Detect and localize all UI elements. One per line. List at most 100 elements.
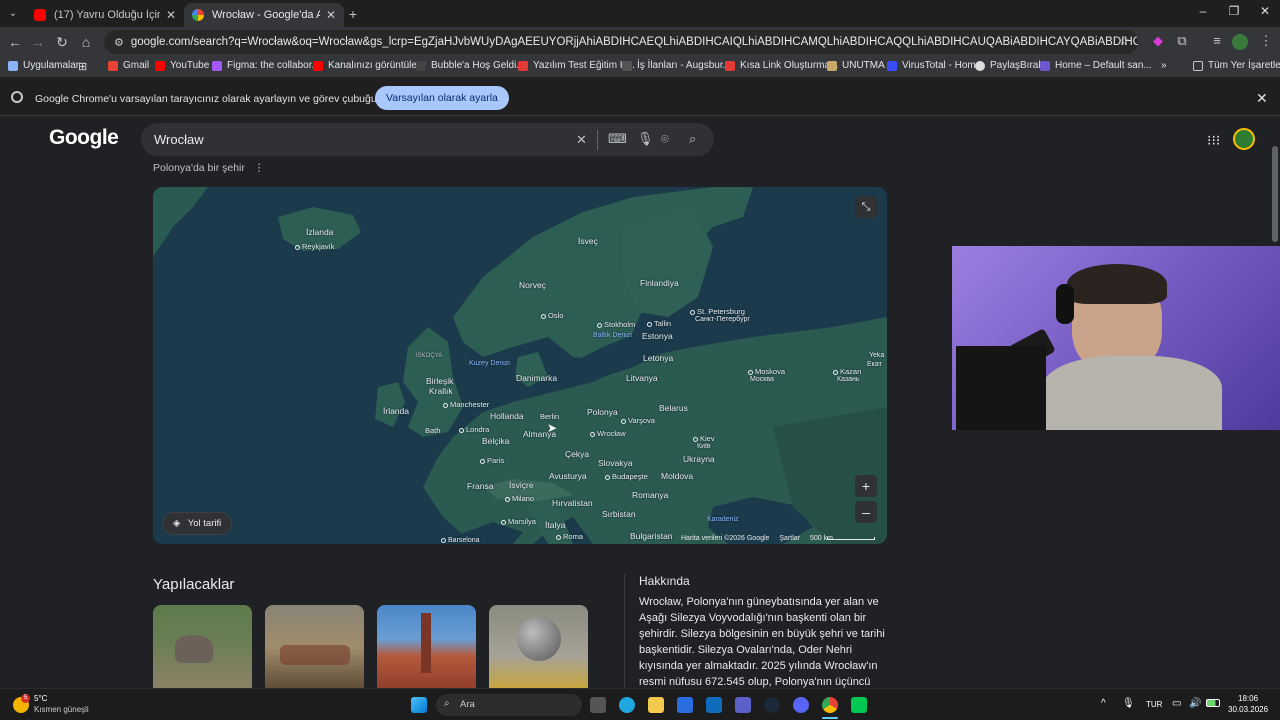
tab-title: Wrocław - Google'da Ara xyxy=(212,9,320,21)
bookmark-item[interactable]: Bubble'a Hoş Geldi... xyxy=(416,60,525,71)
map-attribution: Harita verileri ©2026 Google Şartlar 500… xyxy=(681,535,833,542)
scrollbar-thumb[interactable] xyxy=(1272,146,1278,242)
volume-icon[interactable]: 🔊 xyxy=(1189,698,1201,709)
taskbar-search-input[interactable]: ⌕ Ara xyxy=(436,694,582,716)
clear-search-icon[interactable]: ✕ xyxy=(576,132,587,148)
thing-to-do-card-sculpture[interactable] xyxy=(489,605,588,688)
tray-overflow-icon[interactable]: ^ xyxy=(1101,698,1106,709)
map[interactable]: İzlanda Reykjavík İsveç Norveç Finlandiy… xyxy=(153,187,887,544)
steam-icon[interactable] xyxy=(764,697,780,713)
home-icon[interactable]: ⌂ xyxy=(77,33,95,51)
thing-to-do-card-zoo[interactable] xyxy=(153,605,252,688)
thing-to-do-card-panorama[interactable] xyxy=(265,605,364,688)
clock-time[interactable]: 18:06 xyxy=(1238,694,1258,703)
back-icon[interactable]: ← xyxy=(6,33,24,51)
map-label-country: Letonya xyxy=(643,353,674,363)
bookmark-item[interactable]: İş İlanları - Augsbur... xyxy=(622,60,731,71)
more-options-icon[interactable]: ⋮ xyxy=(254,162,265,174)
file-explorer-icon[interactable] xyxy=(648,697,664,713)
bookmark-item[interactable]: Kısa Link Oluşturma... xyxy=(725,60,838,71)
profile-avatar[interactable] xyxy=(1232,34,1248,50)
bookmark-item[interactable]: Yazılım Test Eğitim K... xyxy=(518,60,635,71)
search-input[interactable]: Wrocław xyxy=(141,123,714,156)
chair-image xyxy=(956,346,1046,430)
store-icon[interactable] xyxy=(677,697,693,713)
discord-icon[interactable] xyxy=(793,697,809,713)
close-window-icon[interactable]: ✕ xyxy=(1250,4,1280,18)
google-logo[interactable]: Google xyxy=(49,126,119,150)
tab-close-icon[interactable]: ✕ xyxy=(166,8,176,22)
map-label-country: İtalya xyxy=(545,520,566,530)
microphone-tray-icon[interactable]: 🎙 xyxy=(1122,698,1135,709)
search-divider xyxy=(597,130,598,150)
tab-search-icon[interactable]: ⌄ xyxy=(4,5,22,23)
input-language[interactable]: TUR xyxy=(1146,700,1162,709)
map-label-city: Kazan xyxy=(833,367,861,376)
clock-date[interactable]: 30.03.2026 xyxy=(1228,705,1268,714)
tab-youtube[interactable]: (17) Yavru Olduğu İçin Kapaktan ✕ xyxy=(26,3,184,27)
menu-kebab-icon[interactable]: ⋮ xyxy=(1257,33,1275,49)
map-label-city: Varşova xyxy=(621,416,655,425)
lens-icon[interactable]: ⌾ xyxy=(661,131,669,147)
bookmark-item[interactable]: PaylaşBırak xyxy=(975,60,1043,71)
zoom-out-button[interactable]: – xyxy=(855,501,877,523)
tab-close-icon[interactable]: ✕ xyxy=(326,8,336,22)
app-icon[interactable] xyxy=(851,697,867,713)
media-control-icon[interactable]: ≡ xyxy=(1208,33,1226,48)
weather-temperature[interactable]: 5°C xyxy=(34,694,47,703)
keyboard-icon[interactable]: ⌨ xyxy=(608,131,627,147)
reload-icon[interactable]: ↻ xyxy=(53,33,71,51)
battery-icon[interactable] xyxy=(1206,699,1220,707)
address-bar[interactable]: ⚙ google.com/search?q=Wrocław&oq=Wrocław… xyxy=(104,30,1138,54)
zoom-in-button[interactable]: + xyxy=(855,475,877,497)
teams-icon[interactable] xyxy=(735,697,751,713)
google-favicon-icon xyxy=(192,9,204,21)
task-view-icon[interactable] xyxy=(590,697,606,713)
active-app-indicator xyxy=(822,717,838,719)
bookmark-item[interactable]: Gmail xyxy=(108,60,149,71)
weather-description[interactable]: Kısmen güneşli xyxy=(34,705,89,714)
youtube-icon xyxy=(155,60,165,71)
start-windows-icon[interactable] xyxy=(411,697,427,713)
bookmark-item[interactable]: Uygulamalar xyxy=(8,60,79,71)
church-tower-image xyxy=(421,613,431,673)
new-tab-icon[interactable]: + xyxy=(344,5,362,23)
bubble-icon xyxy=(416,60,426,71)
edge-icon[interactable] xyxy=(619,697,635,713)
bookmark-item[interactable]: VirusTotal - Home xyxy=(887,60,981,71)
tab-google-search[interactable]: Wrocław - Google'da Ara ✕ xyxy=(184,3,344,27)
bookmark-apps-grid[interactable]: ⊞ xyxy=(78,60,87,73)
bookmark-item[interactable]: Kanalınızı görüntüle... xyxy=(313,60,425,71)
map-label-city: Paris xyxy=(480,456,504,465)
forward-icon[interactable]: → xyxy=(29,33,47,51)
site-info-icon[interactable]: ⚙ xyxy=(114,36,124,49)
map-label-city: Tallin xyxy=(647,319,671,328)
minimize-icon[interactable]: – xyxy=(1188,4,1218,18)
directions-button[interactable]: ◈ Yol tarifi xyxy=(162,512,233,535)
collapse-map-icon[interactable]: ⤡ xyxy=(855,196,877,218)
restore-icon[interactable]: ❐ xyxy=(1219,4,1249,18)
extension-icon[interactable]: ◆ xyxy=(1149,33,1167,49)
outlook-icon[interactable] xyxy=(706,697,722,713)
bookmark-item[interactable]: YouTube xyxy=(155,60,209,71)
bookmark-item[interactable]: Home – Default san... xyxy=(1040,60,1152,71)
things-to-do-title: Yapılacaklar xyxy=(153,576,235,593)
bookmark-item[interactable]: Figma: the collabor... xyxy=(212,60,320,71)
voice-search-icon[interactable]: 🎙 xyxy=(637,131,654,147)
bookmark-item[interactable]: UNUTMA xyxy=(827,60,885,71)
bookmark-star-icon[interactable]: ☆ xyxy=(1115,33,1133,49)
network-icon[interactable]: ▭ xyxy=(1172,698,1181,709)
map-terms-link[interactable]: Şartlar xyxy=(779,535,800,542)
test-course-icon xyxy=(518,60,528,71)
extensions-puzzle-icon[interactable]: ⧉ xyxy=(1173,33,1191,49)
thing-to-do-card-old-town[interactable] xyxy=(377,605,476,688)
infobar-close-icon[interactable]: ✕ xyxy=(1256,90,1268,107)
apps-grid-icon[interactable]: ⁝⁝⁝ xyxy=(1207,132,1220,149)
chrome-taskbar-icon[interactable] xyxy=(822,697,838,713)
account-avatar[interactable] xyxy=(1233,128,1255,150)
set-default-button[interactable]: Varsayılan olarak ayarla xyxy=(375,86,509,110)
map-label-country: İrlanda xyxy=(383,406,409,416)
all-bookmarks-folder[interactable]: Tüm Yer İşaretleri xyxy=(1193,60,1280,71)
search-icon[interactable]: ⌕ xyxy=(689,131,696,147)
bookmarks-overflow-icon[interactable]: » xyxy=(1161,60,1167,71)
